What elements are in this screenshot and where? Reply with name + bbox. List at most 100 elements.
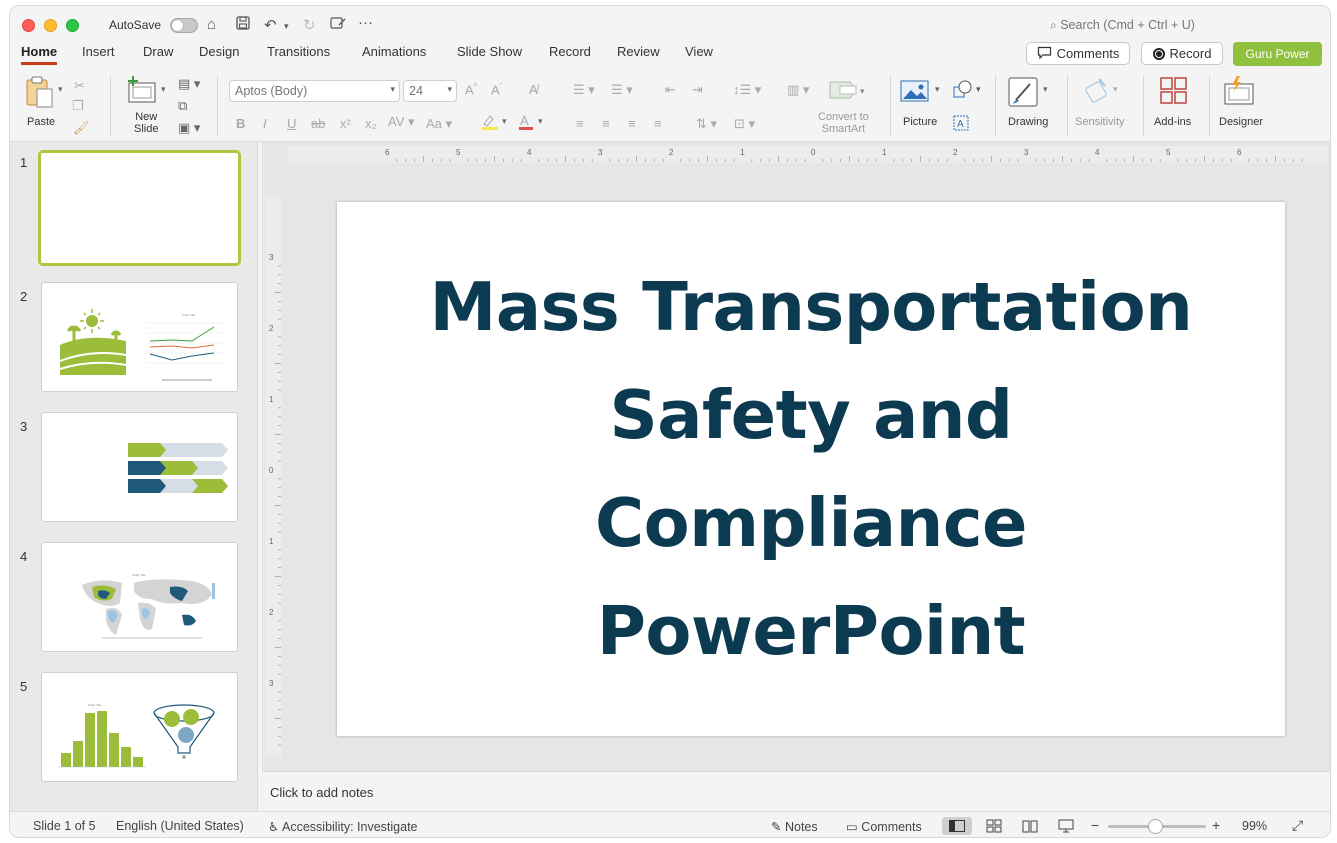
undo-icon[interactable]: ↶ [264, 16, 277, 34]
slide-thumbnail-3[interactable] [41, 412, 238, 522]
increase-indent-icon[interactable]: ⇥ [692, 82, 703, 98]
copy-icon[interactable]: ❐ [72, 98, 84, 114]
redo-icon[interactable]: ↻ [303, 16, 316, 34]
paste-dropdown-icon[interactable]: ▾ [58, 84, 63, 95]
drawing-dropdown-icon[interactable]: ▾ [1043, 84, 1048, 95]
text-box-icon[interactable]: A [952, 114, 970, 135]
tab-design[interactable]: Design [199, 44, 239, 62]
zoom-slider-thumb[interactable] [1148, 819, 1163, 834]
close-window-button[interactable] [22, 19, 35, 32]
new-slide-dropdown-icon[interactable]: ▾ [161, 84, 166, 95]
ruler-label: 1 [269, 537, 274, 546]
drawing-icon[interactable] [1008, 76, 1042, 111]
decrease-font-icon[interactable]: Aˇ [491, 82, 502, 97]
tab-transitions[interactable]: Transitions [267, 44, 330, 62]
slide-thumbnail-5[interactable]: Chart Title [41, 672, 238, 782]
tab-view[interactable]: View [685, 44, 713, 62]
align-center-icon[interactable]: ≡ [602, 116, 610, 131]
accessibility-label: Accessibility: Investigate [282, 820, 418, 834]
tab-insert[interactable]: Insert [82, 44, 115, 62]
tab-home[interactable]: Home [21, 44, 58, 65]
font-name-select[interactable]: Aptos (Body) ▾ [229, 80, 400, 102]
paste-icon[interactable] [24, 76, 54, 111]
underline-icon[interactable]: U [287, 116, 296, 131]
slide-show-button[interactable] [1051, 817, 1081, 835]
current-slide[interactable]: Mass Transportation Safety and Complianc… [337, 202, 1285, 736]
font-size-select[interactable]: 24 ▾ [403, 80, 457, 102]
notes-toggle[interactable]: ✎ Notes [771, 819, 818, 834]
zoom-out-button[interactable]: − [1091, 817, 1099, 833]
reading-view-button[interactable] [1015, 817, 1045, 835]
slide-thumbnail-4[interactable]: Chart Title [41, 542, 238, 652]
justify-icon[interactable]: ≡ [654, 116, 662, 131]
slide-editing-area[interactable]: 6 5 4 3 2 1 0 1 2 3 4 5 6 3 2 1 0 1 2 3 Mass Transportatio… [262, 142, 1330, 771]
home-icon[interactable]: ⌂ [207, 16, 216, 33]
bold-icon[interactable]: B [236, 116, 245, 131]
clear-formatting-icon[interactable]: A̸ [529, 82, 538, 97]
minimize-window-button[interactable] [44, 19, 57, 32]
superscript-icon[interactable]: x² [340, 116, 351, 131]
customize-icon[interactable] [330, 16, 346, 34]
align-text-icon[interactable]: ⊡ ▾ [734, 116, 755, 132]
bullets-icon[interactable]: ☰ ▾ [573, 82, 595, 98]
highlight-icon[interactable]: ▾ [480, 113, 510, 134]
columns-icon[interactable]: ▥ ▾ [787, 82, 809, 98]
zoom-window-button[interactable] [66, 19, 79, 32]
align-left-icon[interactable]: ≡ [576, 116, 584, 131]
sensitivity-icon[interactable]: ▾ [1085, 76, 1121, 107]
italic-icon[interactable]: I [263, 116, 267, 131]
slide-title-line: PowerPoint [596, 592, 1026, 670]
format-painter-icon[interactable]: 🖌 [73, 120, 90, 136]
numbering-icon[interactable]: ☰ ▾ [611, 82, 633, 98]
increase-font-icon[interactable]: A^ [465, 82, 477, 97]
cut-icon[interactable]: ✂ [74, 78, 85, 94]
slide-thumbnail-2[interactable]: Chart Title [41, 282, 238, 392]
tab-record[interactable]: Record [549, 44, 591, 62]
align-right-icon[interactable]: ≡ [628, 116, 636, 131]
undo-dropdown-icon[interactable]: ▾ [284, 21, 289, 32]
add-ins-icon[interactable] [1159, 76, 1189, 109]
slide-thumbnail-1[interactable] [38, 150, 241, 266]
change-case-icon[interactable]: Aa ▾ [426, 116, 452, 132]
character-spacing-icon[interactable]: AV ▾ [388, 114, 415, 130]
decrease-indent-icon[interactable]: ⇤ [665, 82, 676, 98]
picture-dropdown-icon[interactable]: ▾ [935, 84, 940, 95]
slide-sorter-button[interactable] [979, 817, 1009, 835]
tab-draw[interactable]: Draw [143, 44, 173, 62]
tab-slide-show[interactable]: Slide Show [457, 44, 522, 62]
designer-icon[interactable] [1223, 76, 1255, 109]
autosave-toggle[interactable] [170, 18, 198, 33]
search-field[interactable]: ⌕ Search (Cmd + Ctrl + U) [1050, 18, 1195, 33]
font-color-icon[interactable]: A ▾ [518, 113, 548, 134]
zoom-in-button[interactable]: + [1212, 817, 1220, 833]
section-icon[interactable]: ▣ ▾ [178, 120, 200, 136]
new-slide-icon[interactable] [127, 76, 157, 107]
tab-animations[interactable]: Animations [362, 44, 426, 62]
ruler-label: 3 [269, 253, 274, 262]
accessibility-status[interactable]: ♿ Accessibility: Investigate [268, 819, 418, 834]
save-icon[interactable] [236, 16, 250, 34]
slide-title-textbox[interactable]: Mass Transportation Safety and Complianc… [411, 253, 1211, 685]
comments-button[interactable]: Comments [1026, 42, 1130, 65]
guru-power-button[interactable]: Guru Power [1233, 42, 1322, 66]
fit-to-window-icon[interactable]: ⤢ [1292, 817, 1303, 834]
normal-view-button[interactable] [942, 817, 972, 835]
new-slide-label: New Slide [134, 111, 159, 135]
smartart-icon[interactable]: ▾ [828, 78, 868, 107]
more-icon[interactable]: ··· [358, 14, 373, 31]
shapes-icon[interactable]: ▾ [952, 78, 986, 103]
layout-icon[interactable]: ▤ ▾ [178, 76, 200, 92]
slide-sorter-icon [986, 819, 1002, 833]
notes-pane[interactable]: Click to add notes [262, 771, 1330, 811]
strikethrough-icon[interactable]: ab [311, 116, 325, 131]
picture-icon[interactable] [900, 78, 930, 107]
tab-review[interactable]: Review [617, 44, 660, 62]
comments-toggle[interactable]: ▭ Comments [846, 819, 922, 834]
line-spacing-icon[interactable]: ↕☰ ▾ [733, 82, 761, 98]
record-button[interactable]: Record [1141, 42, 1223, 65]
subscript-icon[interactable]: x₂ [365, 116, 377, 131]
language-status[interactable]: English (United States) [116, 819, 244, 833]
reset-icon[interactable]: ⧉ [178, 98, 187, 114]
zoom-level[interactable]: 99% [1242, 819, 1267, 833]
text-direction-icon[interactable]: ⇅ ▾ [696, 116, 717, 132]
